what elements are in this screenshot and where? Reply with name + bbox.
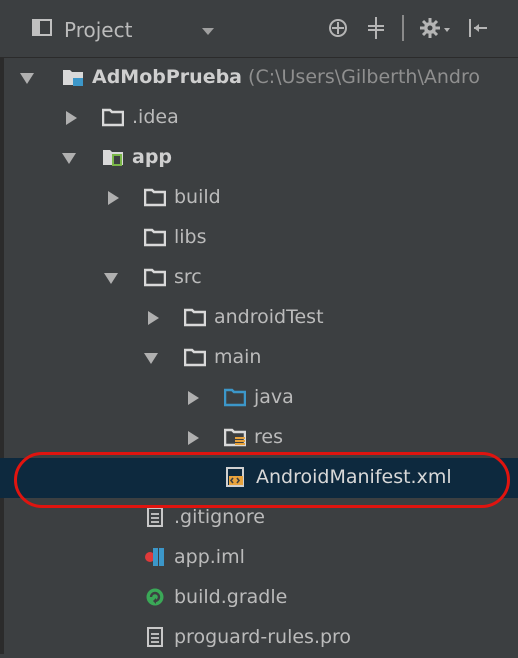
android-module-icon [103, 150, 123, 166]
expand-arrow-icon[interactable] [62, 153, 76, 164]
root-project-path: (C:\Users\Gilberth\Andro [248, 66, 480, 88]
tree-row-build-gradle[interactable]: build.gradle [0, 578, 518, 618]
tree-row-libs[interactable]: libs [0, 218, 518, 258]
text-file-icon [147, 507, 163, 527]
tree-label-android-manifest: AndroidManifest.xml [256, 466, 452, 488]
tree-row-app-iml[interactable]: app.iml [0, 538, 518, 578]
tree-label-gitignore: .gitignore [174, 506, 265, 528]
folder-icon [184, 308, 206, 327]
intellij-module-icon [145, 548, 164, 566]
folder-icon [102, 108, 124, 127]
collapse-arrow-icon[interactable] [148, 311, 159, 325]
collapse-all-icon[interactable] [364, 14, 388, 42]
tree-row-res[interactable]: res [0, 418, 518, 458]
source-folder-icon [224, 388, 246, 407]
expand-arrow-icon[interactable] [104, 273, 118, 284]
tree-label-main: main [214, 346, 262, 368]
tree-label-libs: libs [174, 226, 207, 248]
tree-label-java: java [254, 386, 294, 408]
expand-arrow-icon[interactable] [20, 73, 34, 84]
tree-row-src[interactable]: src [0, 258, 518, 298]
project-view-label: Project [64, 18, 133, 42]
tree-row-app[interactable]: app [0, 138, 518, 178]
folder-icon [144, 228, 166, 247]
tree-row-main[interactable]: main [0, 338, 518, 378]
toolbar-separator [402, 15, 404, 41]
module-folder-icon [63, 70, 83, 86]
tree-row-android-manifest[interactable]: AndroidManifest.xml [0, 458, 518, 498]
tree-label-proguard: proguard-rules.pro [174, 626, 352, 648]
folder-icon [144, 268, 166, 287]
tree-label-app: app [132, 146, 173, 168]
tree-row-gitignore[interactable]: .gitignore [0, 498, 518, 538]
tree-label-src: src [174, 266, 202, 288]
collapse-arrow-icon[interactable] [188, 431, 199, 445]
collapse-arrow-icon[interactable] [188, 391, 199, 405]
tree-label-build-gradle: build.gradle [174, 586, 288, 608]
tree-label-app-iml: app.iml [174, 546, 245, 568]
folder-icon [144, 188, 166, 207]
locate-icon[interactable] [326, 14, 350, 42]
tree-row-root[interactable]: AdMobPrueba (C:\Users\Gilberth\Andro [0, 58, 518, 98]
tree-row-proguard[interactable]: proguard-rules.pro [0, 618, 518, 658]
tree-row-build[interactable]: build [0, 178, 518, 218]
root-project-name: AdMobPrueba [92, 66, 242, 88]
gradle-file-icon [146, 588, 164, 606]
tree-label-androidtest: androidTest [214, 306, 324, 328]
tree-row-java[interactable]: java [0, 378, 518, 418]
folder-icon [184, 348, 206, 367]
settings-gear-icon[interactable] [418, 14, 452, 42]
collapse-arrow-icon[interactable] [108, 191, 119, 205]
project-view-icon [32, 18, 54, 42]
tree-label-res: res [254, 426, 283, 448]
tree-row-androidtest[interactable]: androidTest [0, 298, 518, 338]
project-view-selector[interactable]: Project [32, 18, 132, 42]
collapse-arrow-icon[interactable] [66, 111, 77, 125]
tree-label-build: build [174, 186, 221, 208]
project-toolbar: Project [0, 0, 518, 58]
tree-row-idea[interactable]: .idea [0, 98, 518, 138]
resource-folder-icon [224, 428, 246, 447]
tree-label-idea: .idea [132, 106, 179, 128]
view-dropdown-icon[interactable] [202, 28, 214, 35]
expand-arrow-icon[interactable] [144, 353, 158, 364]
xml-file-icon [226, 467, 244, 487]
hide-panel-icon[interactable] [466, 14, 490, 42]
text-file-icon [147, 627, 163, 647]
